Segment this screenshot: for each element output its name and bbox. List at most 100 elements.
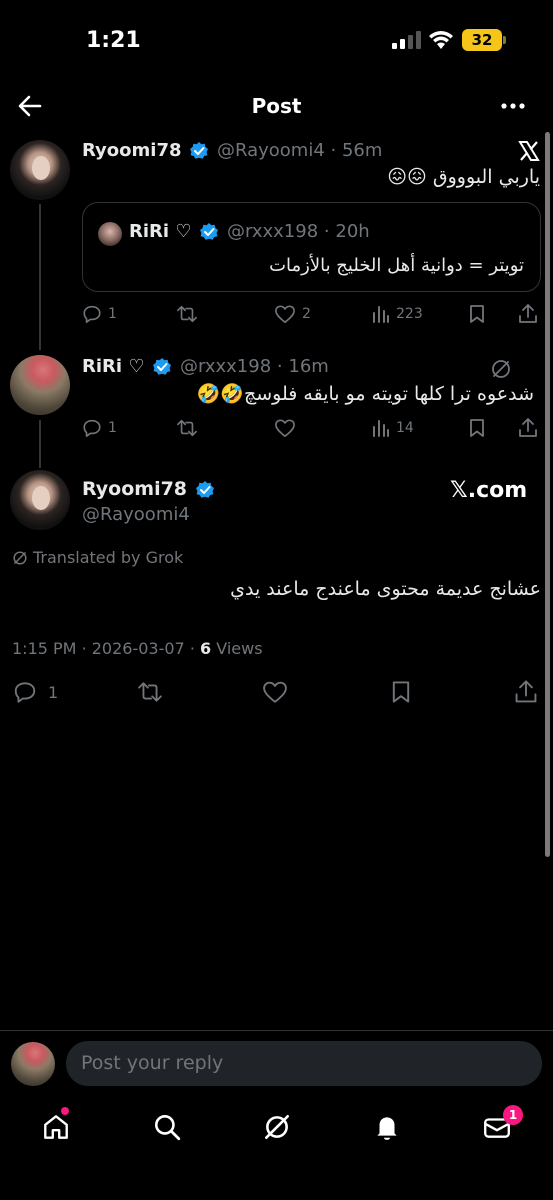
handle: @rxxx198 — [226, 221, 319, 242]
reply-icon — [83, 305, 101, 323]
bookmark-button[interactable] — [468, 418, 486, 438]
reply-button[interactable]: 1 — [82, 418, 117, 438]
avatar[interactable] — [11, 1042, 55, 1086]
more-dots-icon — [501, 103, 525, 109]
post-time: 1:15 PM — [12, 639, 77, 658]
views-bar-icon — [373, 420, 389, 437]
status-time: 1:21 — [86, 28, 141, 53]
views-count: 6 — [200, 639, 212, 658]
share-button[interactable] — [514, 679, 538, 705]
nav-grok[interactable] — [262, 1112, 292, 1142]
avatar[interactable] — [10, 355, 70, 415]
battery-level: 32 — [471, 31, 493, 49]
share-button[interactable] — [518, 417, 538, 439]
repost-button[interactable] — [176, 304, 198, 324]
signal-icon — [392, 31, 422, 49]
tweet-header: Ryoomi78 @Rayoomi4 · 56m — [82, 140, 383, 161]
home-icon — [44, 1115, 68, 1139]
x-logo-icon — [518, 140, 540, 162]
reply-bar-divider — [0, 1030, 553, 1031]
heart-icon — [263, 681, 287, 703]
home-indicator — [0, 1160, 553, 1200]
timestamp[interactable]: 16m — [288, 356, 328, 377]
views-count: 223 — [396, 306, 423, 322]
page-title: Post — [251, 94, 302, 118]
avatar[interactable] — [10, 470, 70, 530]
like-count: 2 — [302, 306, 311, 322]
thread-line — [39, 204, 41, 350]
scrollbar[interactable] — [545, 132, 550, 857]
like-button[interactable]: 2 — [274, 304, 311, 324]
views-count: 14 — [396, 420, 414, 436]
display-name[interactable]: RiRi ♡ — [82, 356, 144, 377]
main-tweet-text: عشانج عديمة محتوى ماعندج ماعند يدي — [230, 578, 541, 600]
bottom-nav: 1 — [0, 1100, 553, 1160]
views-button[interactable]: 223 — [372, 304, 423, 324]
reply-input[interactable]: Post your reply — [66, 1041, 542, 1086]
repost-button[interactable] — [136, 680, 164, 704]
nav-messages[interactable]: 1 — [482, 1105, 523, 1142]
nav-search[interactable] — [152, 1112, 182, 1142]
share-icon — [515, 680, 537, 703]
verified-badge-icon — [200, 223, 219, 240]
battery-icon: 32 — [462, 29, 502, 51]
handle[interactable]: @Rayoomi4 — [82, 504, 190, 525]
share-icon — [519, 304, 537, 323]
bookmark-icon — [392, 681, 410, 703]
timestamp[interactable]: 56m — [342, 140, 382, 161]
post-meta: 1:15 PM · 2026-03-07 · 6 Views — [12, 639, 263, 658]
handle[interactable]: @Rayoomi4 — [217, 140, 325, 161]
nav-notifications[interactable] — [372, 1112, 402, 1142]
grok-icon — [265, 1115, 289, 1139]
avatar — [98, 222, 122, 246]
views-button[interactable]: 14 — [372, 418, 414, 438]
battery-tip — [503, 36, 506, 44]
timestamp: 20h — [335, 221, 370, 242]
status-bar: 1:21 32 — [0, 0, 553, 80]
grok-icon — [13, 550, 27, 565]
like-button[interactable] — [261, 680, 289, 704]
reply-icon — [14, 682, 36, 703]
share-button[interactable] — [518, 303, 538, 325]
display-name: RiRi ♡ — [129, 221, 192, 242]
bell-icon — [377, 1117, 397, 1140]
display-name[interactable]: Ryoomi78 — [82, 140, 182, 161]
repost-icon — [138, 682, 162, 702]
tweet-header: RiRi ♡ @rxxx198 · 16m — [82, 356, 329, 377]
reply-icon — [83, 419, 101, 437]
display-name[interactable]: Ryoomi78 — [82, 478, 215, 500]
post-date: 2026-03-07 — [91, 639, 185, 658]
reply-button[interactable]: 1 — [82, 304, 117, 324]
wifi-icon — [428, 30, 454, 50]
x-com-badge: 𝕏.com — [450, 478, 528, 503]
reply-count: 1 — [108, 420, 117, 436]
translated-label: Translated by Grok — [12, 548, 183, 567]
search-icon — [155, 1115, 181, 1141]
repost-button[interactable] — [176, 418, 198, 438]
quote-text: تويتر = دوانية أهل الخليج بالأزمات — [269, 255, 524, 276]
reply-count: 1 — [48, 682, 59, 702]
verified-badge-icon — [190, 142, 209, 159]
bookmark-icon — [470, 419, 484, 437]
more-button[interactable] — [500, 96, 526, 116]
heart-icon — [275, 305, 295, 323]
bookmark-icon — [470, 305, 484, 323]
avatar[interactable] — [10, 140, 70, 200]
tweet-text: شدعوه ترا كلها تويته مو بايقه فلوسچ🤣🤣 — [196, 383, 534, 405]
like-button[interactable] — [274, 418, 296, 438]
bookmark-button[interactable] — [468, 304, 486, 324]
reply-button[interactable]: 1 — [12, 680, 58, 704]
nav-home[interactable] — [41, 1107, 71, 1142]
reply-placeholder: Post your reply — [81, 1052, 224, 1074]
repost-icon — [177, 419, 197, 437]
handle[interactable]: @rxxx198 — [180, 356, 271, 377]
messages-badge: 1 — [503, 1105, 523, 1125]
tweet-text: ياربي البوووق 😖😖 — [387, 166, 540, 188]
grok-icon[interactable] — [490, 358, 512, 380]
verified-badge-icon — [196, 480, 215, 498]
reply-count: 1 — [108, 306, 117, 322]
share-icon — [519, 418, 537, 437]
notification-dot — [61, 1107, 69, 1115]
quote-tweet[interactable]: RiRi ♡ @rxxx198 · 20h تويتر = دوانية أهل… — [82, 202, 541, 292]
bookmark-button[interactable] — [389, 680, 413, 704]
